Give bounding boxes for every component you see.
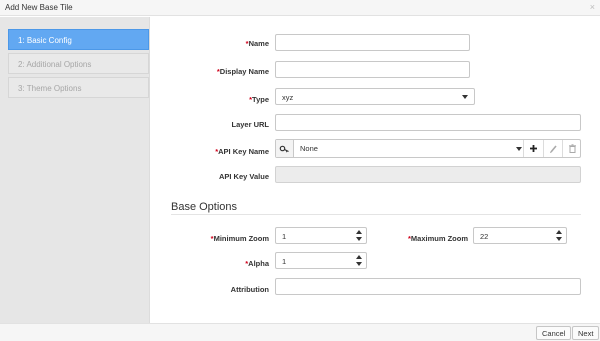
step-label: 3: Theme Options bbox=[18, 84, 82, 93]
cancel-button[interactable]: Cancel bbox=[536, 326, 572, 340]
layer-url-input[interactable] bbox=[275, 114, 581, 131]
maximum-zoom-value: 22 bbox=[480, 232, 489, 241]
display-name-label: *Display Name bbox=[151, 67, 269, 76]
spinner-down-icon[interactable] bbox=[356, 237, 362, 241]
type-label: *Type bbox=[151, 95, 269, 104]
chevron-down-icon[interactable] bbox=[516, 147, 522, 151]
attribution-label-text: Attribution bbox=[230, 285, 269, 294]
type-select-value: xyz bbox=[282, 93, 294, 102]
spinner-control[interactable] bbox=[555, 229, 564, 243]
key-icon bbox=[279, 145, 289, 153]
pencil-icon bbox=[549, 145, 557, 154]
spinner-control[interactable] bbox=[355, 229, 364, 243]
form-panel: *Name *Display Name *Type xyz Layer URL … bbox=[151, 17, 600, 323]
maximum-zoom-label: *Maximum Zoom bbox=[391, 234, 468, 243]
maximum-zoom-input[interactable]: 22 bbox=[473, 227, 567, 244]
plus-icon bbox=[530, 145, 537, 152]
delete-api-key-button[interactable] bbox=[563, 140, 582, 157]
type-select[interactable]: xyz bbox=[275, 88, 475, 105]
spinner-down-icon[interactable] bbox=[556, 237, 562, 241]
minimum-zoom-input[interactable]: 1 bbox=[275, 227, 367, 244]
api-key-value-input bbox=[275, 166, 581, 183]
layer-url-label: Layer URL bbox=[151, 120, 269, 129]
close-icon[interactable]: × bbox=[590, 2, 595, 12]
trash-icon bbox=[569, 144, 576, 153]
api-key-name-label-text: API Key Name bbox=[218, 147, 269, 156]
spinner-down-icon[interactable] bbox=[356, 262, 362, 266]
section-heading-base-options: Base Options bbox=[171, 201, 238, 213]
api-key-name-value[interactable]: None bbox=[300, 144, 318, 153]
spinner-up-icon[interactable] bbox=[356, 255, 362, 259]
api-key-name-label: *API Key Name bbox=[151, 147, 269, 156]
attribution-label: Attribution bbox=[151, 285, 269, 294]
wizard-steps-sidebar: 1: Basic Config 2: Additional Options 3:… bbox=[0, 17, 150, 323]
dialog-titlebar: Add New Base Tile × bbox=[0, 0, 600, 16]
spinner-up-icon[interactable] bbox=[556, 230, 562, 234]
minimum-zoom-label: *Minimum Zoom bbox=[151, 234, 269, 243]
spinner-up-icon[interactable] bbox=[356, 230, 362, 234]
api-key-name-group: None bbox=[275, 139, 581, 158]
alpha-value: 1 bbox=[282, 257, 287, 266]
api-key-value-label: API Key Value bbox=[151, 172, 269, 181]
display-name-input[interactable] bbox=[275, 61, 470, 78]
api-key-value-label-text: API Key Value bbox=[218, 172, 269, 181]
alpha-input[interactable]: 1 bbox=[275, 252, 367, 269]
step-basic-config[interactable]: 1: Basic Config bbox=[8, 29, 149, 50]
name-label-text: Name bbox=[248, 39, 269, 48]
name-label: *Name bbox=[151, 39, 269, 48]
alpha-label-text: Alpha bbox=[248, 259, 269, 268]
maximum-zoom-label-text: Maximum Zoom bbox=[410, 234, 468, 243]
attribution-input[interactable] bbox=[275, 278, 581, 295]
edit-api-key-button[interactable] bbox=[544, 140, 563, 157]
section-divider bbox=[171, 214, 581, 215]
step-label: 2: Additional Options bbox=[18, 60, 92, 69]
display-name-label-text: Display Name bbox=[219, 67, 269, 76]
add-api-key-button[interactable] bbox=[524, 140, 543, 157]
step-additional-options[interactable]: 2: Additional Options bbox=[8, 53, 149, 74]
dialog-footer: Cancel Next bbox=[0, 323, 600, 341]
minimum-zoom-value: 1 bbox=[282, 232, 287, 241]
api-key-picker[interactable] bbox=[276, 140, 294, 157]
step-theme-options[interactable]: 3: Theme Options bbox=[8, 77, 149, 98]
dialog-title: Add New Base Tile bbox=[5, 3, 73, 12]
next-button[interactable]: Next bbox=[572, 326, 600, 340]
chevron-down-icon bbox=[462, 95, 468, 99]
alpha-label: *Alpha bbox=[151, 259, 269, 268]
minimum-zoom-label-text: Minimum Zoom bbox=[213, 234, 269, 243]
type-label-text: Type bbox=[252, 95, 269, 104]
spinner-control[interactable] bbox=[355, 254, 364, 268]
step-label: 1: Basic Config bbox=[18, 36, 72, 45]
name-input[interactable] bbox=[275, 34, 470, 51]
layer-url-label-text: Layer URL bbox=[231, 120, 269, 129]
